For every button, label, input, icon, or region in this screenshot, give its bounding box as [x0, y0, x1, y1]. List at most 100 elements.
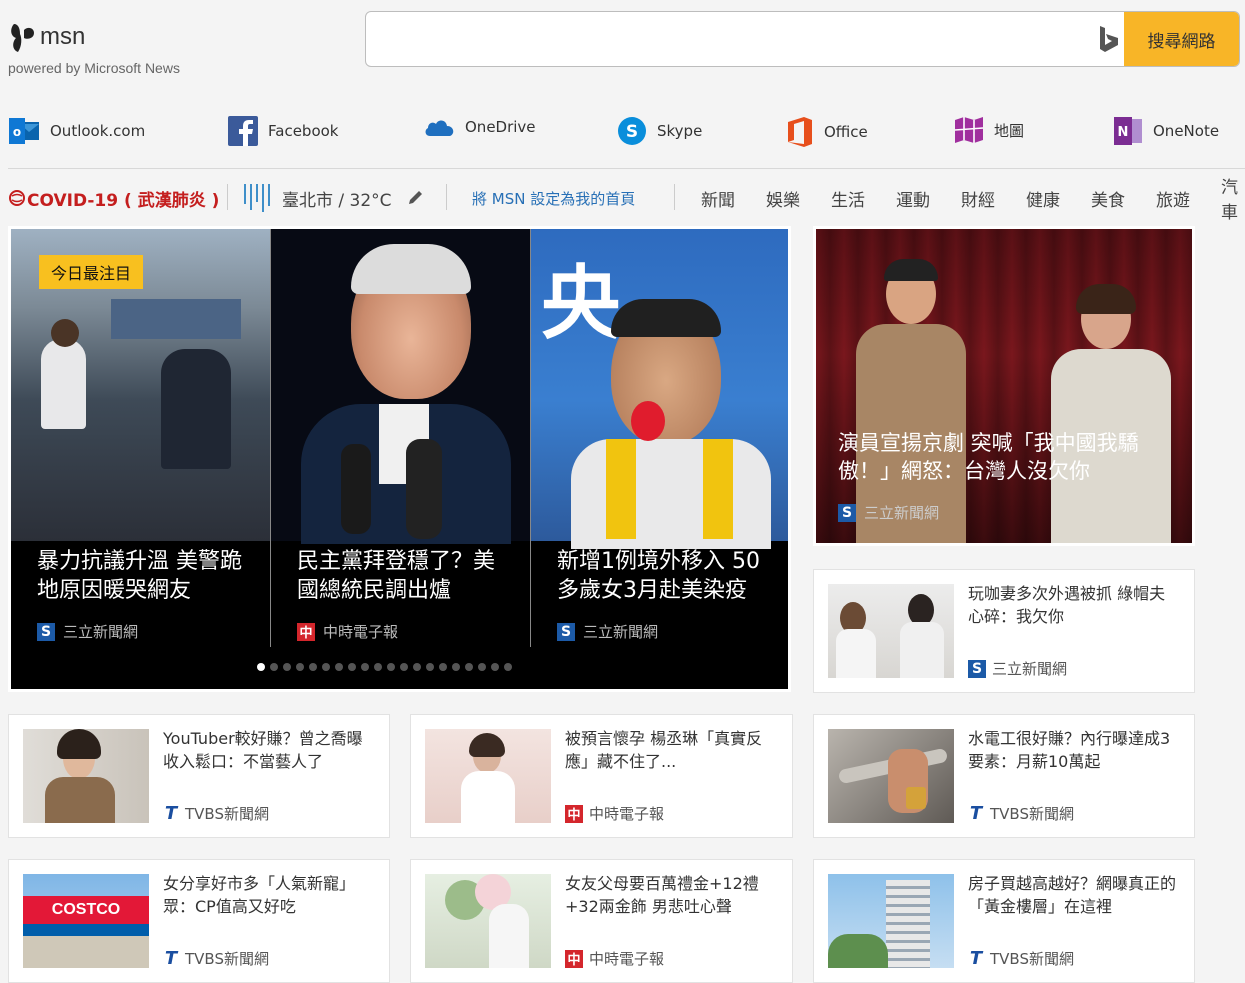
- news-card[interactable]: 房子買越高越好？網曝真正的「黃金樓層」在這裡 T TVBS新聞網: [813, 859, 1195, 983]
- app-label: Outlook.com: [50, 122, 146, 140]
- card-source: 中 中時電子報: [565, 803, 664, 824]
- header-divider: [8, 168, 1245, 169]
- app-link-onenote[interactable]: N OneNote: [1113, 116, 1219, 146]
- news-card[interactable]: COSTCO 女分享好市多「人氣新寵」眾：CP值高又好吃 T TVBS新聞網: [8, 859, 390, 983]
- slide-title[interactable]: 暴力抗議升溫 美警跪地原因暖哭網友: [37, 547, 250, 605]
- news-card[interactable]: 水電工很好賺？內行曝達成3要素：月薪10萬起 T TVBS新聞網: [813, 714, 1195, 838]
- news-card[interactable]: 被預言懷孕 楊丞琳「真實反應」藏不住了... 中 中時電子報: [410, 714, 793, 838]
- nav-category-lifestyle[interactable]: 生活: [831, 178, 865, 218]
- sanli-logo-icon: S: [838, 503, 856, 522]
- sanli-logo-icon: S: [37, 622, 55, 641]
- carousel-dot[interactable]: [374, 663, 382, 671]
- source-name: 中時電子報: [589, 950, 665, 968]
- carousel-dot[interactable]: [465, 663, 473, 671]
- carousel-dot[interactable]: [257, 663, 265, 671]
- onedrive-icon: [425, 120, 454, 136]
- app-link-maps[interactable]: 地圖: [954, 116, 1024, 144]
- carousel-dot[interactable]: [270, 663, 278, 671]
- carousel-dot[interactable]: [478, 663, 486, 671]
- nav-category-entertainment[interactable]: 娛樂: [766, 178, 800, 218]
- costco-sign-text: COSTCO: [51, 901, 121, 918]
- carousel-dot[interactable]: [283, 663, 291, 671]
- outlook-icon: o: [9, 118, 39, 144]
- featured-story[interactable]: 演員宣揚京劇 突喊「我中國我驕傲！」網怒：台灣人沒欠你 S 三立新聞網: [813, 226, 1195, 546]
- source-name: 中時電子報: [323, 623, 399, 641]
- card-title[interactable]: 房子買越高越好？網曝真正的「黃金樓層」在這裡: [968, 872, 1180, 918]
- carousel-slide[interactable]: 央 新增1例境外移入 50多歲女3月赴美染疫 S 三立新聞網: [531, 229, 788, 689]
- covid-link[interactable]: COVID-19 ( 武漢肺炎 ): [8, 178, 219, 218]
- source-name: 三立新聞網: [63, 623, 139, 641]
- app-link-outlook[interactable]: o Outlook.com: [8, 116, 145, 146]
- carousel-dot[interactable]: [322, 663, 330, 671]
- carousel-dot[interactable]: [309, 663, 317, 671]
- set-homepage-link[interactable]: 將 MSN 設定為我的首頁: [472, 178, 635, 218]
- nav-category-food[interactable]: 美食: [1091, 178, 1125, 218]
- nav-category-news[interactable]: 新聞: [701, 178, 735, 218]
- news-thumbnail-couple: [828, 584, 954, 678]
- card-title[interactable]: 被預言懷孕 楊丞琳「真實反應」藏不住了...: [565, 727, 778, 773]
- slide-title[interactable]: 新增1例境外移入 50多歲女3月赴美染疫: [557, 547, 768, 605]
- card-title[interactable]: YouTuber較好賺？曾之喬曝收入鬆口：不當藝人了: [163, 727, 375, 773]
- carousel-dot[interactable]: [387, 663, 395, 671]
- news-photo-press-conference: 央: [531, 229, 788, 549]
- carousel-dot[interactable]: [296, 663, 304, 671]
- source-name: 三立新聞網: [583, 623, 659, 641]
- sanli-logo-icon: S: [968, 659, 986, 678]
- app-label: 地圖: [994, 121, 1025, 140]
- news-thumbnail-plumbing: [828, 729, 954, 823]
- app-link-skype[interactable]: S Skype: [617, 116, 702, 146]
- news-card[interactable]: 女友父母要百萬禮金+12禮+32兩金飾 男悲吐心聲 中 中時電子報: [410, 859, 793, 983]
- carousel-dot[interactable]: [335, 663, 343, 671]
- msn-logo[interactable]: msn powered by Microsoft News: [8, 20, 180, 76]
- featured-title[interactable]: 演員宣揚京劇 突喊「我中國我驕傲！」網怒：台灣人沒欠你: [838, 429, 1172, 485]
- source-name: 中時電子報: [589, 805, 665, 823]
- carousel-dot[interactable]: [452, 663, 460, 671]
- nav-separator: [227, 184, 228, 210]
- nav-separator: [674, 184, 675, 210]
- card-title[interactable]: 玩咖妻多次外遇被抓 綠帽夫心碎：我欠你: [968, 582, 1180, 628]
- chinatimes-logo-icon: 中: [565, 949, 583, 968]
- weather-widget[interactable]: 臺北市 / 32°C: [242, 178, 424, 218]
- nav-category-autos[interactable]: 汽車: [1221, 178, 1245, 223]
- carousel-dot[interactable]: [504, 663, 512, 671]
- nav-category-health[interactable]: 健康: [1026, 178, 1060, 218]
- carousel-dot[interactable]: [491, 663, 499, 671]
- tvbs-logo-icon: T: [164, 803, 178, 824]
- app-label: OneNote: [1153, 122, 1220, 140]
- carousel-dot[interactable]: [413, 663, 421, 671]
- nav-category-finance[interactable]: 財經: [961, 178, 995, 218]
- search-input[interactable]: [366, 12, 1094, 66]
- carousel-dot[interactable]: [426, 663, 434, 671]
- carousel-slide[interactable]: 民主黨拜登穩了？美國總統民調出爐 中 中時電子報: [271, 229, 530, 689]
- card-title[interactable]: 女友父母要百萬禮金+12禮+32兩金飾 男悲吐心聲: [565, 872, 778, 918]
- app-link-onedrive[interactable]: OneDrive: [423, 116, 536, 138]
- nav-separator: [446, 184, 447, 210]
- svg-text:o: o: [13, 125, 21, 139]
- search-button[interactable]: 搜尋網路: [1124, 12, 1239, 66]
- app-link-office[interactable]: Office: [786, 116, 868, 148]
- app-label: Facebook: [268, 122, 339, 140]
- news-card[interactable]: 玩咖妻多次外遇被抓 綠帽夫心碎：我欠你 S 三立新聞網: [813, 569, 1195, 693]
- app-link-facebook[interactable]: Facebook: [228, 116, 338, 146]
- nav-category-travel[interactable]: 旅遊: [1156, 178, 1190, 218]
- pencil-icon[interactable]: [406, 189, 424, 207]
- card-title[interactable]: 水電工很好賺？內行曝達成3要素：月薪10萬起: [968, 727, 1180, 773]
- carousel-slide[interactable]: 今日最注目 暴力抗議升溫 美警跪地原因暖哭網友 S 三立新聞網: [11, 229, 270, 689]
- carousel-dot[interactable]: [439, 663, 447, 671]
- app-label: OneDrive: [465, 118, 536, 136]
- card-title[interactable]: 女分享好市多「人氣新寵」眾：CP值高又好吃: [163, 872, 375, 918]
- nav-category-sports[interactable]: 運動: [896, 178, 930, 218]
- news-thumbnail-costco: COSTCO: [23, 874, 149, 968]
- sanli-logo-icon: S: [557, 622, 575, 641]
- news-card[interactable]: YouTuber較好賺？曾之喬曝收入鬆口：不當藝人了 T TVBS新聞網: [8, 714, 390, 838]
- source-name: TVBS新聞網: [185, 950, 269, 968]
- carousel-dot[interactable]: [348, 663, 356, 671]
- carousel-dot[interactable]: [361, 663, 369, 671]
- bing-icon[interactable]: [1097, 24, 1121, 54]
- top-stories-carousel: 今日最注目 暴力抗議升溫 美警跪地原因暖哭網友 S 三立新聞網 民主黨拜登穩了？…: [8, 226, 791, 692]
- source-name: TVBS新聞網: [990, 950, 1074, 968]
- app-label: Skype: [657, 122, 703, 140]
- slide-title[interactable]: 民主黨拜登穩了？美國總統民調出爐: [297, 547, 510, 605]
- carousel-dot[interactable]: [400, 663, 408, 671]
- butterfly-icon: [11, 24, 34, 52]
